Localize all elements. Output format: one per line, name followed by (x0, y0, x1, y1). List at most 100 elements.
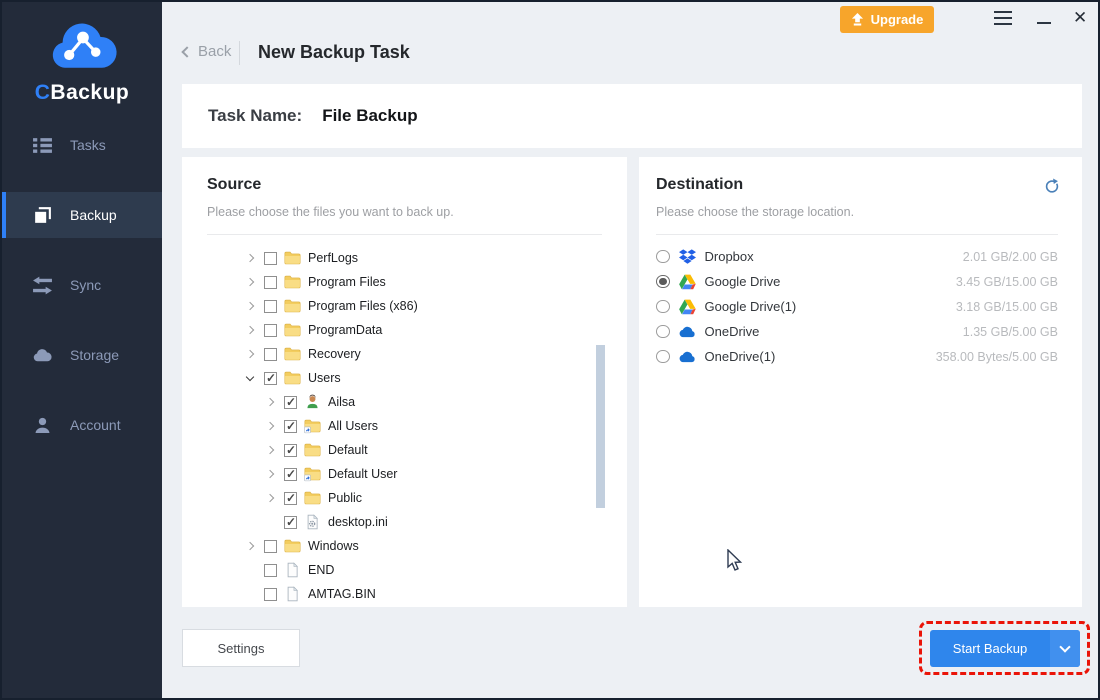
chevron-slot (267, 471, 284, 477)
checkbox[interactable] (284, 468, 297, 481)
provider-name: Dropbox (705, 249, 754, 264)
chevron-right-icon[interactable] (266, 398, 274, 406)
provider-row[interactable]: Google Drive(1)3.18 GB/15.00 GB (656, 294, 1058, 319)
task-name-value[interactable]: File Backup (322, 106, 417, 126)
checkbox[interactable] (264, 540, 277, 553)
chevron-right-icon[interactable] (246, 278, 254, 286)
tree-item-label: Recovery (308, 347, 361, 361)
checkbox[interactable] (264, 300, 277, 313)
tree-row[interactable]: PerfLogs (247, 246, 593, 270)
chevron-slot (267, 399, 284, 405)
user-icon (304, 394, 321, 410)
folder-link-icon (304, 418, 321, 434)
radio-button[interactable] (656, 275, 670, 289)
source-title: Source (207, 176, 261, 194)
radio-button[interactable] (656, 325, 670, 339)
checkbox[interactable] (264, 276, 277, 289)
file-gear-icon (304, 514, 321, 530)
sidebar-item-label: Sync (70, 277, 101, 293)
checkbox[interactable] (284, 444, 297, 457)
sidebar-item-label: Storage (70, 347, 119, 363)
chevron-right-icon[interactable] (246, 350, 254, 358)
back-button[interactable]: Back (183, 43, 231, 60)
provider-row[interactable]: Dropbox2.01 GB/2.00 GB (656, 244, 1058, 269)
sidebar-item-backup[interactable]: Backup (2, 192, 162, 238)
provider-row[interactable]: OneDrive1.35 GB/5.00 GB (656, 319, 1058, 344)
tree-row[interactable]: Public (267, 486, 593, 510)
sidebar-item-sync[interactable]: Sync (2, 262, 162, 308)
chevron-right-icon[interactable] (266, 422, 274, 430)
checkbox[interactable] (264, 564, 277, 577)
radio-button[interactable] (656, 350, 670, 364)
tree-item-label: PerfLogs (308, 251, 358, 265)
minimize-icon[interactable] (1037, 22, 1051, 24)
tree-row[interactable]: All Users (267, 414, 593, 438)
tree-row[interactable]: AMTAG.BIN (247, 582, 593, 606)
tree-row[interactable]: Ailsa (267, 390, 593, 414)
brand-name: CBackup (2, 81, 162, 105)
header-divider (239, 41, 240, 65)
upgrade-button[interactable]: Upgrade (840, 6, 934, 33)
chevron-right-icon[interactable] (266, 494, 274, 502)
tree-item-label: ProgramData (308, 323, 382, 337)
checkbox[interactable] (264, 588, 277, 601)
tree-row[interactable]: desktop.ini (267, 510, 593, 534)
tree-row[interactable]: Program Files (x86) (247, 294, 593, 318)
checkbox[interactable] (284, 420, 297, 433)
tree-item-label: END (308, 563, 334, 577)
folder-icon (284, 322, 301, 338)
checkbox[interactable] (264, 252, 277, 265)
checkbox[interactable] (284, 516, 297, 529)
tree-row[interactable]: Users (247, 366, 593, 390)
tree-item-label: Users (308, 371, 341, 385)
checkbox[interactable] (284, 492, 297, 505)
tree-row[interactable]: Recovery (247, 342, 593, 366)
folder-icon (284, 274, 301, 290)
checkbox[interactable] (284, 396, 297, 409)
provider-row[interactable]: OneDrive(1)358.00 Bytes/5.00 GB (656, 344, 1058, 369)
chevron-right-icon[interactable] (266, 446, 274, 454)
provider-name: OneDrive (705, 324, 760, 339)
tree-row[interactable]: Default (267, 438, 593, 462)
tree-row[interactable]: END (247, 558, 593, 582)
checkbox[interactable] (264, 324, 277, 337)
sidebar-item-storage[interactable]: Storage (2, 332, 162, 378)
destination-panel: Destination Please choose the storage lo… (639, 157, 1082, 607)
provider-row[interactable]: Google Drive3.45 GB/15.00 GB (656, 269, 1058, 294)
chevron-right-icon[interactable] (246, 326, 254, 334)
sidebar-item-account[interactable]: Account (2, 402, 162, 448)
chevron-right-icon[interactable] (246, 302, 254, 310)
google-drive-icon (679, 274, 696, 290)
upgrade-label: Upgrade (871, 12, 924, 27)
start-backup-dropdown[interactable] (1050, 630, 1080, 667)
sidebar-item-label: Account (70, 417, 121, 433)
tree-item-label: AMTAG.BIN (308, 587, 376, 601)
tree-row[interactable]: Program Files (247, 270, 593, 294)
close-icon[interactable]: ✕ (1073, 7, 1087, 29)
radio-button[interactable] (656, 250, 670, 264)
tree-row[interactable]: Default User (267, 462, 593, 486)
scrollbar-thumb[interactable] (596, 345, 605, 508)
chevron-slot (267, 423, 284, 429)
checkbox[interactable] (264, 348, 277, 361)
chevron-right-icon[interactable] (246, 542, 254, 550)
page-title: New Backup Task (258, 42, 410, 63)
chevron-right-icon[interactable] (246, 254, 254, 262)
tree-item-label: All Users (328, 419, 378, 433)
sidebar-item-label: Tasks (70, 137, 106, 153)
file-icon (284, 562, 301, 578)
tree-row[interactable]: Windows (247, 534, 593, 558)
chevron-right-icon[interactable] (266, 470, 274, 478)
radio-button[interactable] (656, 300, 670, 314)
tree-row[interactable]: ProgramData (247, 318, 593, 342)
settings-button[interactable]: Settings (182, 629, 300, 667)
sidebar-item-tasks[interactable]: Tasks (2, 122, 162, 168)
chevron-down-icon[interactable] (246, 373, 254, 381)
refresh-icon[interactable] (1043, 177, 1061, 195)
start-backup-button[interactable]: Start Backup (930, 630, 1080, 667)
menu-icon[interactable] (994, 11, 1012, 29)
checkbox[interactable] (264, 372, 277, 385)
chevron-slot (247, 543, 264, 549)
tree-item-label: Ailsa (328, 395, 355, 409)
sidebar: CBackup Tasks Backup Sync Storage Account (2, 2, 162, 698)
